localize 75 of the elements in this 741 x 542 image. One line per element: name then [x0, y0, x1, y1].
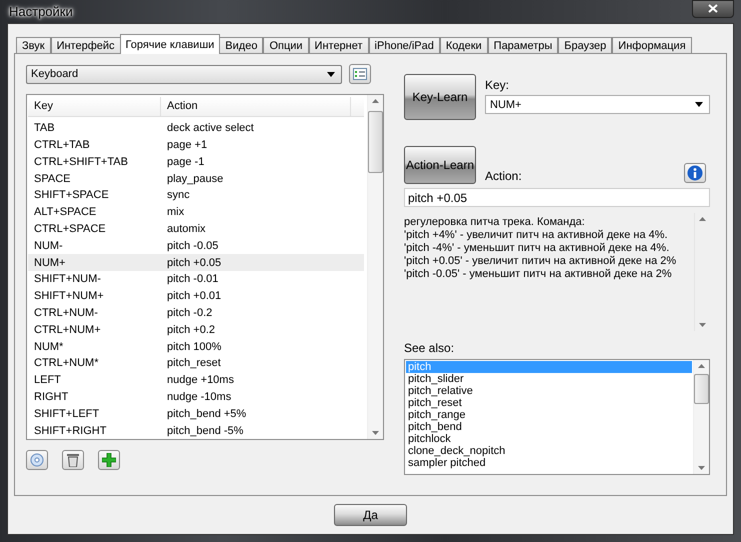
info-icon — [687, 165, 703, 181]
info-button[interactable] — [684, 163, 706, 183]
trash-icon — [67, 453, 79, 467]
scroll-down-icon[interactable] — [372, 431, 379, 435]
scrollbar-thumb[interactable] — [694, 374, 709, 404]
table-row[interactable]: ALT+SPACE mix — [28, 204, 364, 221]
column-header[interactable]: Key — [28, 97, 161, 116]
column-header[interactable]: Action — [161, 97, 351, 116]
caret-icon — [695, 102, 703, 107]
tab[interactable]: Браузер — [558, 37, 612, 54]
scrollbar[interactable] — [693, 360, 709, 474]
table-row[interactable]: CTRL+SPACE automix — [28, 220, 364, 238]
ok-button[interactable]: Да — [334, 504, 407, 526]
table-row[interactable]: CTRL+NUM+ pitch +0.2 — [28, 321, 364, 338]
scrollbar-thumb[interactable] — [368, 111, 383, 173]
key-learn-button[interactable]: Key-Learn — [404, 74, 476, 120]
caret-icon — [327, 72, 335, 76]
key-label: Key: — [485, 78, 510, 92]
action-field[interactable]: pitch +0.05 — [404, 188, 710, 207]
see-also-label: See also: — [404, 341, 456, 355]
scroll-down-icon[interactable] — [698, 466, 705, 470]
action-label: Action: — [485, 169, 522, 183]
tab[interactable]: Опции — [263, 37, 309, 54]
tab[interactable]: Интерфейс — [50, 37, 121, 54]
table-row[interactable]: TAB deck active select — [28, 120, 364, 137]
table-row[interactable]: CTRL+NUM* pitch_reset — [28, 354, 364, 372]
table-row[interactable]: NUM+ pitch +0.05 — [28, 254, 364, 271]
tab[interactable]: Видео — [219, 37, 264, 54]
tab[interactable]: Информация — [612, 37, 692, 54]
delete-button[interactable] — [62, 450, 84, 470]
table-row[interactable]: SHIFT+RIGHT pitch_bend -5% — [28, 422, 364, 439]
list-item[interactable]: clone_deck_nopitch — [406, 445, 692, 457]
scroll-up-icon[interactable] — [698, 364, 705, 368]
table-row[interactable]: NUM* pitch 100% — [28, 338, 364, 355]
table-row[interactable]: RIGHT nudge -10ms — [28, 388, 364, 406]
tab[interactable]: Параметры — [488, 37, 558, 54]
tab[interactable]: Кодеки — [440, 37, 488, 54]
plus-icon — [102, 453, 116, 467]
table-row[interactable]: SHIFT+LEFT pitch_bend +5% — [28, 405, 364, 422]
description-text: регулеровка питча трека. Команда: 'pitch +4%' - увеличит питч на активной деке на 4%. 'pitch -4%' - уменьшит питч на активной деке на 4%. 'pitch +0.05' - увеличит питич на активной деке на 2% 'pitch -0.05' - уменьшит питч на активной деке на 2% — [404, 215, 678, 282]
tab[interactable]: Горячие клавиши — [120, 34, 220, 54]
table-row[interactable]: SHIFT+SPACE sync — [28, 186, 364, 204]
key-dropdown[interactable]: NUM+ — [485, 95, 710, 114]
list-item[interactable]: pitch_relative — [406, 385, 692, 397]
table-row[interactable]: CTRL+TAB page +1 — [28, 136, 364, 154]
table-row[interactable]: LEFT nudge +10ms — [28, 372, 364, 389]
scrollbar[interactable] — [367, 95, 383, 439]
list-view-button[interactable] — [349, 64, 371, 84]
scroll-up-icon[interactable] — [372, 99, 379, 103]
close-icon — [708, 4, 718, 13]
list-item[interactable]: pitch_slider — [406, 373, 692, 385]
reload-button[interactable] — [26, 450, 48, 470]
table-row[interactable]: SPACE play_pause — [28, 170, 364, 187]
table-row[interactable]: CTRL+SHIFT+TAB page -1 — [28, 153, 364, 170]
list-item[interactable]: sampler pitched — [406, 457, 692, 469]
scroll-down-icon[interactable] — [699, 323, 706, 327]
tab[interactable]: Интернет — [308, 37, 369, 54]
disc-icon — [30, 453, 44, 467]
tab[interactable]: iPhone/iPad — [368, 37, 440, 54]
list-icon — [353, 68, 367, 80]
scroll-up-icon[interactable] — [699, 217, 706, 221]
add-button[interactable] — [98, 450, 120, 470]
list-item[interactable]: pitch_bend — [406, 421, 692, 433]
device-dropdown[interactable]: Keyboard — [26, 64, 342, 84]
action-learn-button[interactable]: Action-Learn — [404, 146, 476, 184]
list-item[interactable]: pitch_range — [406, 409, 692, 421]
table-row[interactable]: SHIFT+NUM- pitch -0.01 — [28, 270, 364, 288]
table-row[interactable]: SHIFT+NUM+ pitch +0.01 — [28, 288, 364, 305]
list-item[interactable]: pitch_reset — [406, 397, 692, 409]
list-item[interactable]: pitchlock — [406, 433, 692, 445]
table-row[interactable]: NUM- pitch -0.05 — [28, 237, 364, 254]
table-row[interactable]: CTRL+NUM- pitch -0.2 — [28, 304, 364, 322]
close-button[interactable] — [692, 0, 734, 18]
window-title: Настройки — [8, 4, 73, 19]
tab[interactable]: Звук — [16, 37, 51, 54]
